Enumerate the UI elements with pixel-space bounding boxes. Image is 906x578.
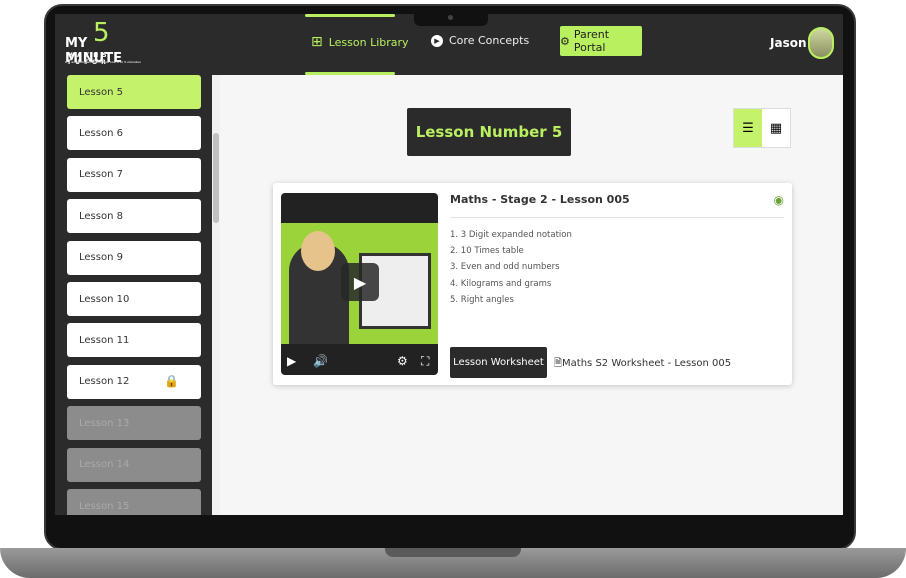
list-icon: ☰ [742,120,754,136]
lesson-title: Maths - Stage 2 - Lesson 005 [450,193,630,206]
lesson-label: Lesson 14 [79,459,130,471]
video-player[interactable]: ▶ ▶ 🔊 ⚙ ⛶ [281,193,438,375]
sidebar-item-lesson: Lesson 15 [67,489,201,515]
sidebar-item-lesson: Lesson 14 [67,447,201,482]
user-name: Jason [770,36,807,50]
worksheet-filename: Maths S2 Worksheet - Lesson 005 [562,358,732,369]
lesson-label: Lesson 8 [79,210,123,222]
sidebar-item-lesson[interactable]: Lesson 12 🔒 [67,364,201,399]
page-title: Lesson Number 5 [407,108,571,156]
sidebar-item-lesson: Lesson 13 [67,406,201,441]
lesson-label: Lesson 7 [79,169,123,181]
topic-item: 3. Even and odd numbers [450,262,560,273]
file-icon: 🗎 [554,358,563,369]
grid-icon: ⊞ [311,34,323,50]
worksheet-link[interactable]: 🗎Maths S2 Worksheet - Lesson 005 [554,356,731,373]
sidebar-scrollbar[interactable] [212,75,220,515]
lesson-label: Lesson 10 [79,293,130,305]
lesson-label: Lesson 13 [79,417,130,429]
topic-list: 1. 3 Digit expanded notation 2. 10 Times … [450,227,572,308]
presenter-head [301,231,335,271]
active-tab-indicator [305,72,395,75]
sidebar-item-lesson[interactable]: Lesson 5 [67,75,201,109]
tab-core-concepts[interactable]: ▶ Core Concepts [431,34,529,47]
laptop-notch [385,548,521,557]
lesson-label: Lesson 11 [79,334,130,346]
lesson-label: Lesson 5 [79,86,123,98]
active-tab-indicator [305,14,395,17]
tab-label: Lesson Library [328,35,409,49]
lesson-label: Lesson 6 [79,127,123,139]
topic-item: 5. Right angles [450,294,514,305]
volume-icon[interactable]: 🔊 [313,354,328,368]
list-view-button[interactable]: ☰ [734,109,762,147]
sidebar-item-lesson[interactable]: Lesson 11 [67,323,201,358]
avatar[interactable] [808,27,834,59]
play-button[interactable]: ▶ [341,263,379,301]
tab-label: Core Concepts [449,34,530,47]
lesson-worksheet-button[interactable]: Lesson Worksheet [450,347,547,378]
sidebar-item-lesson[interactable]: Lesson 6 [67,116,201,151]
play-circle-icon: ▶ [431,34,443,47]
settings-icon[interactable]: ⚙ [397,354,408,368]
sidebar-item-lesson[interactable]: Lesson 7 [67,157,201,192]
screen: 5 MY MINUTE MATHS TUTOR It's amazing wha… [55,14,843,515]
topic-item: 4. Kilograms and grams [450,278,552,289]
lesson-label: Lesson 9 [79,252,123,264]
parent-portal-label: Parent Portal [573,28,610,54]
lock-icon: 🔒 [164,373,179,388]
divider [450,217,784,218]
lesson-label: Lesson 15 [79,500,130,512]
parent-portal-button[interactable]: ⚙ Parent Portal [560,26,642,56]
scrollbar-thumb[interactable] [213,133,219,223]
lesson-sidebar: Lesson 5 Lesson 6 Lesson 7 Lesson 8 Lesson 9… [55,75,220,515]
tab-lesson-library[interactable]: ⊞ Lesson Library [311,34,409,50]
lesson-label: Lesson 12 [79,376,130,388]
sidebar-item-lesson[interactable]: Lesson 10 [67,282,201,316]
camera-icon [414,10,488,26]
view-toggle: ☰ ▦ [733,108,791,148]
sidebar-item-lesson[interactable]: Lesson 8 [67,199,201,234]
sidebar-item-lesson[interactable]: Lesson 9 [67,240,201,275]
grid-view-button[interactable]: ▦ [762,109,790,147]
fullscreen-icon[interactable]: ⛶ [421,354,429,369]
eye-icon[interactable]: ◉ [774,193,784,207]
topic-item: 2. 10 Times table [450,246,524,257]
grid-icon: ▦ [769,120,783,136]
logo-tagline: It's amazing what you can learn in 5 min… [65,60,141,64]
play-icon[interactable]: ▶ [287,354,296,368]
lesson-card: ▶ ▶ 🔊 ⚙ ⛶ Maths - Stage 2 - Lesson 005 ◉… [273,183,792,385]
topic-item: 1. 3 Digit expanded notation [450,230,572,240]
gear-icon: ⚙ [560,34,570,48]
video-controls: ▶ 🔊 ⚙ ⛶ [281,349,438,375]
